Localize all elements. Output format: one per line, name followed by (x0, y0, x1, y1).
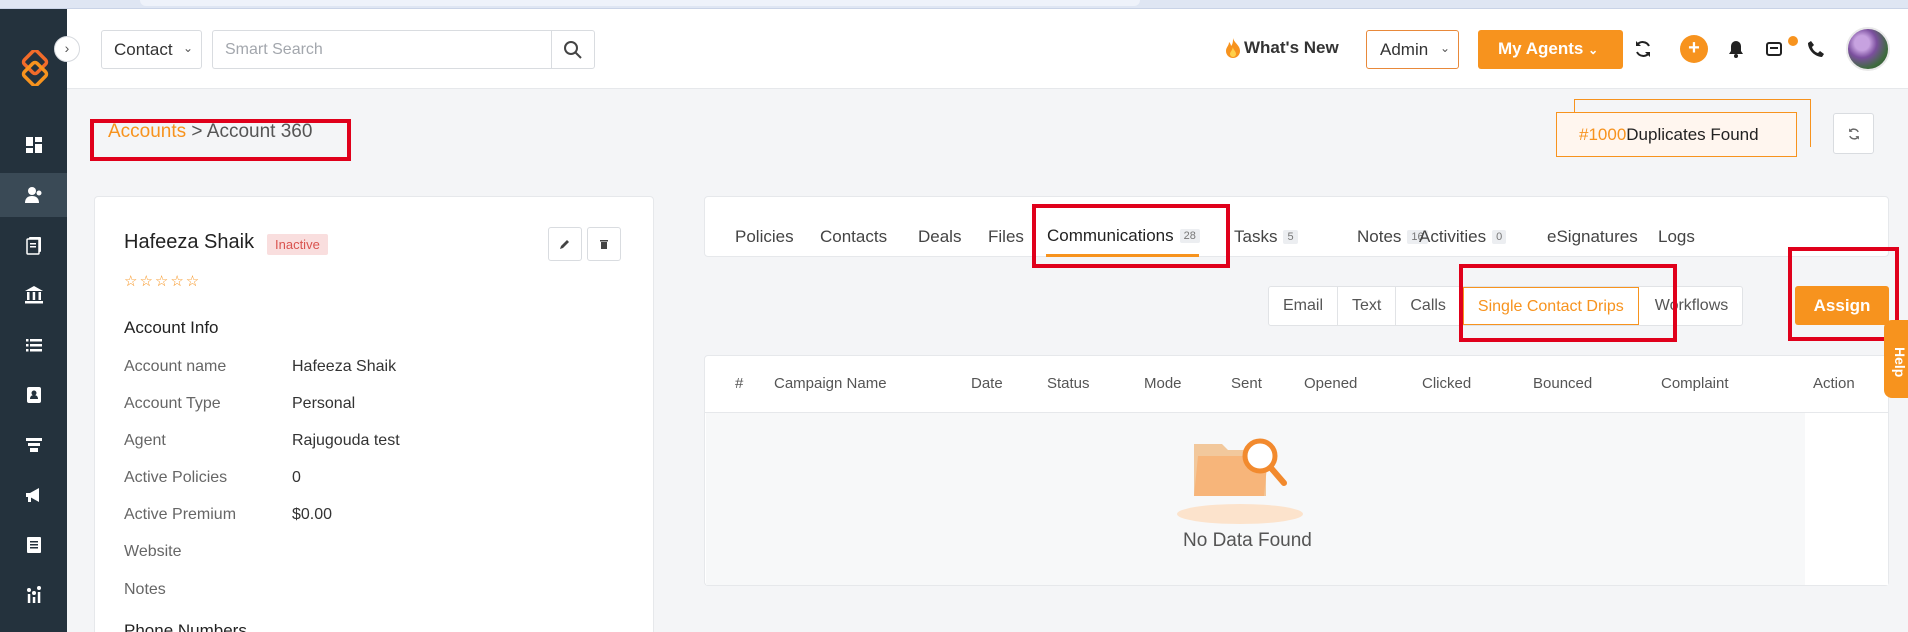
column-header[interactable]: Clicked (1422, 375, 1471, 392)
fire-icon (1226, 38, 1240, 58)
field-label: Notes (124, 581, 166, 598)
browser-chrome-strip (0, 0, 1908, 9)
nav-funnel-icon[interactable] (0, 423, 67, 467)
nav-dashboard-icon[interactable] (0, 123, 67, 167)
tab-tasks[interactable]: Tasks 5 (1234, 227, 1298, 247)
bell-icon[interactable] (1725, 38, 1747, 60)
column-header[interactable]: Bounced (1533, 375, 1592, 392)
rating-stars[interactable]: ☆☆☆☆☆ (124, 272, 201, 290)
column-header: Action (1813, 375, 1855, 392)
delete-button[interactable] (587, 227, 621, 261)
nav-list-icon[interactable] (0, 323, 67, 367)
nav-address-book-icon[interactable] (0, 373, 67, 417)
field-label: Active Premium (124, 506, 237, 523)
column-header[interactable]: Mode (1144, 375, 1182, 392)
highlight-box-breadcrumb (90, 119, 351, 161)
no-data-folder-icon (1177, 438, 1303, 524)
column-header: # (735, 375, 744, 392)
tab-deals[interactable]: Deals (918, 227, 961, 247)
refresh-icon (1848, 127, 1859, 140)
messages-icon[interactable] (1764, 38, 1786, 60)
search-icon (564, 40, 582, 59)
phone-numbers-title: Phone Numbers (124, 621, 247, 632)
tab-esignatures[interactable]: eSignatures (1547, 227, 1638, 247)
refresh-button[interactable] (1833, 113, 1874, 154)
column-header[interactable]: Date (971, 375, 1003, 392)
tab-count: 5 (1283, 230, 1298, 244)
nav-reports-icon[interactable] (0, 523, 67, 567)
column-header[interactable]: Status (1047, 375, 1090, 392)
field-label: Account Type (124, 395, 221, 412)
subtab-calls[interactable]: Calls (1396, 287, 1461, 325)
duplicates-found-button[interactable]: #1000Duplicates Found (1556, 112, 1797, 157)
field-label: Account name (124, 358, 227, 375)
tab-count: 0 (1492, 230, 1507, 244)
field-value: $0.00 (292, 506, 333, 523)
top-bar: Contact⌄ What's New Admin⌄ My Agents ⌄ + (67, 9, 1908, 89)
column-header[interactable]: Sent (1231, 375, 1262, 392)
account-card: Hafeeza Shaik Inactive ☆☆☆☆☆ Account Inf… (94, 196, 654, 632)
field-value: Personal (292, 395, 356, 412)
tab-contacts[interactable]: Contacts (820, 227, 887, 247)
tab-logs[interactable]: Logs (1658, 227, 1695, 247)
account-name: Hafeeza Shaik (124, 231, 255, 253)
add-new-icon[interactable]: + (1680, 35, 1708, 63)
highlight-box-single-contact-drips (1459, 264, 1677, 342)
account-info-title: Account Info (124, 318, 219, 337)
search-scope-select[interactable]: Contact ⌄ (101, 30, 202, 69)
highlight-box-communications (1032, 204, 1230, 268)
subtab-email[interactable]: Email (1269, 287, 1339, 325)
nav-analytics-icon[interactable] (0, 573, 67, 617)
column-header[interactable]: Opened (1304, 375, 1357, 392)
field-value: 0 (292, 469, 301, 486)
field-label: Active Policies (124, 469, 228, 486)
trash-icon (600, 240, 608, 249)
sidebar (0, 9, 67, 632)
empty-state-area (706, 413, 1805, 585)
notification-dot (1788, 36, 1798, 46)
tab-notes[interactable]: Notes 16 (1357, 227, 1428, 247)
sidebar-collapse-button[interactable]: › (54, 36, 80, 62)
field-value: Hafeeza Shaik (292, 358, 397, 375)
search-button[interactable] (551, 30, 595, 69)
admin-select[interactable]: Admin ⌄ (1366, 30, 1459, 69)
nav-megaphone-icon[interactable] (0, 473, 67, 517)
help-tab[interactable]: Help (1884, 320, 1908, 398)
field-label: Agent (124, 432, 166, 449)
field-label: Website (124, 543, 182, 560)
app-logo[interactable] (17, 50, 53, 86)
sync-icon[interactable] (1632, 38, 1654, 60)
nav-documents-icon[interactable] (0, 223, 67, 267)
tab-files[interactable]: Files (988, 227, 1024, 247)
user-avatar[interactable] (1846, 27, 1890, 71)
tab-policies[interactable]: Policies (735, 227, 794, 247)
column-header[interactable]: Campaign Name (774, 375, 887, 392)
status-badge: Inactive (267, 234, 328, 255)
account-tabs: Policies Contacts Deals Files Communicat… (704, 196, 1889, 257)
my-agents-button[interactable]: My Agents ⌄ (1478, 30, 1623, 69)
edit-button[interactable] (548, 227, 582, 261)
smart-search-input[interactable] (212, 30, 557, 69)
tab-activities[interactable]: Activities 0 (1419, 227, 1507, 247)
subtab-text[interactable]: Text (1338, 287, 1397, 325)
pencil-icon (560, 240, 569, 249)
phone-icon[interactable] (1805, 38, 1827, 60)
column-header[interactable]: Complaint (1661, 375, 1729, 392)
field-value: Rajugouda test (292, 432, 400, 449)
highlight-box-assign (1788, 247, 1899, 341)
chevron-down-icon: ⌄ (182, 41, 193, 55)
chevron-down-icon: ⌄ (1588, 43, 1599, 57)
nav-contacts-icon[interactable] (0, 173, 67, 217)
nav-institution-icon[interactable] (0, 273, 67, 317)
no-data-message: No Data Found (1183, 530, 1312, 551)
chevron-down-icon: ⌄ (1439, 41, 1450, 55)
whats-new-link[interactable]: What's New (1224, 37, 1339, 59)
